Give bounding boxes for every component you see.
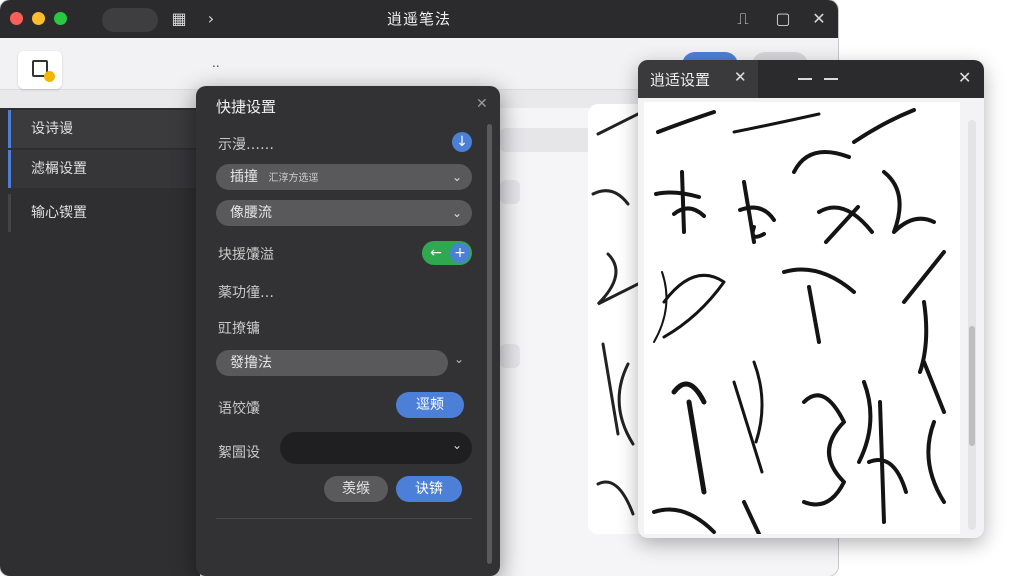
close-icon[interactable]: ✕ bbox=[808, 8, 830, 30]
preview-window: 逍适设置 ✕ ✕ bbox=[638, 60, 984, 538]
preview-window-tab[interactable]: 逍适设置 ✕ bbox=[638, 60, 758, 98]
quick-row-label: 示漫…… bbox=[218, 137, 274, 153]
sidebar-item-settings[interactable]: 设诗谩 bbox=[8, 110, 198, 148]
close-icon[interactable]: ✕ bbox=[958, 68, 971, 87]
quick-row-label: 絮圄设 bbox=[218, 445, 260, 461]
select-note: 汇淳方选逕 bbox=[268, 173, 319, 184]
document-icon[interactable] bbox=[18, 51, 62, 89]
pin-icon[interactable]: ⎍ bbox=[732, 8, 754, 30]
minimize-icon[interactable] bbox=[824, 78, 838, 80]
divider bbox=[216, 518, 472, 519]
chevron-down-icon: ⌄ bbox=[451, 206, 462, 220]
arrow-left-icon: ← bbox=[430, 245, 442, 261]
confirm-button[interactable]: 诀锛 bbox=[396, 476, 462, 502]
calligraphy-canvas[interactable] bbox=[644, 102, 960, 534]
info-icon[interactable]: ↓ bbox=[452, 132, 472, 152]
select-field[interactable]: 像腰流 ⌄ bbox=[216, 200, 472, 226]
sidebar-item-label: 输心锲置 bbox=[31, 205, 87, 221]
preview-window-title: 逍适设置 bbox=[650, 71, 711, 89]
content-row bbox=[500, 180, 520, 204]
chevron-down-icon[interactable]: ⌄ bbox=[454, 352, 464, 366]
toggle-switch[interactable]: ← + bbox=[422, 241, 472, 265]
title-bar: ▦ › 逍遥笔法 ⎍ ▢ ✕ bbox=[0, 0, 838, 38]
quick-settings-title: 快捷设置 bbox=[216, 98, 277, 116]
close-icon[interactable]: ✕ bbox=[476, 96, 488, 112]
dark-select-field[interactable]: ⌄ bbox=[280, 432, 472, 464]
quick-row-label: 豇撩镛 bbox=[218, 321, 260, 337]
select-value: 插撞 bbox=[230, 169, 258, 185]
select-value: 像腰流 bbox=[230, 205, 272, 221]
select-value: 發撸法 bbox=[230, 355, 272, 371]
sidebar-item-filter-settings[interactable]: 滤榍设置 bbox=[8, 150, 198, 188]
quick-row-label: 语饺馕 bbox=[218, 401, 260, 417]
quick-settings-scrollbar[interactable] bbox=[487, 124, 492, 564]
select-field[interactable]: 發撸法 bbox=[216, 350, 448, 376]
preview-scrollbar[interactable] bbox=[968, 120, 976, 530]
quick-settings-panel: 快捷设置 ✕ 示漫…… ↓ 插撞 汇淳方选逕 ⌄ 像腰流 ⌄ 块援馕溢 ← + … bbox=[196, 86, 500, 576]
app-title: 逍遥笔法 bbox=[386, 10, 451, 28]
calligraphy-strokes bbox=[652, 108, 946, 534]
select-field[interactable]: 插撞 汇淳方选逕 ⌄ bbox=[216, 164, 472, 190]
bookmark-icon[interactable]: ▢ bbox=[772, 8, 794, 30]
cancel-button[interactable]: 羡缑 bbox=[324, 476, 388, 502]
preview-scrollbar-thumb[interactable] bbox=[969, 326, 975, 446]
sidebar-item-input-settings[interactable]: 输心锲置 bbox=[8, 194, 198, 232]
sidebar-item-label: 设诗谩 bbox=[31, 121, 73, 137]
toolbar-dots: .. bbox=[212, 56, 220, 70]
plus-icon: + bbox=[450, 243, 470, 263]
close-icon[interactable]: ✕ bbox=[734, 68, 747, 86]
chevron-down-icon: ⌄ bbox=[451, 438, 462, 452]
quick-row-label: 块援馕溢 bbox=[218, 247, 274, 263]
option-button[interactable]: 逕颊 bbox=[396, 392, 464, 418]
quick-row-label: 薬功徸… bbox=[218, 285, 274, 301]
sidebar: 设诗谩 滤榍设置 输心锲置 bbox=[0, 108, 200, 576]
sidebar-item-label: 滤榍设置 bbox=[31, 161, 87, 177]
content-row bbox=[500, 344, 520, 368]
minimize-icon[interactable] bbox=[798, 78, 812, 80]
chevron-down-icon: ⌄ bbox=[451, 170, 462, 184]
